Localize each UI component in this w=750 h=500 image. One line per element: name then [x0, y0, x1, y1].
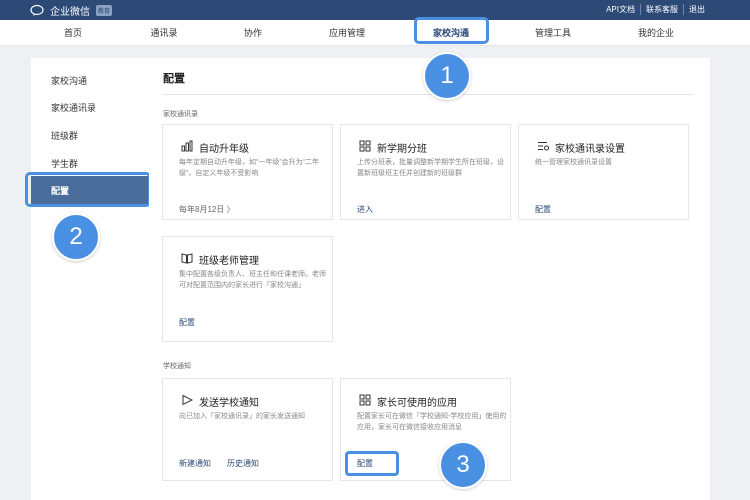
card-title: 自动升年级 — [199, 144, 249, 155]
top-links: API文档 联系客服 退出 — [601, 4, 710, 15]
card-desc: 每年定期自动升年级，如“一年级”会升为“二年级”。自定义年级不受影响 — [179, 159, 319, 177]
card-title: 家长可使用的应用 — [377, 398, 457, 409]
card-class-teachers[interactable]: 班级老师管理 集中配置各级负责人、班主任和任课老师。老师可对配置范围内的家长进行… — [162, 236, 333, 342]
sidebar-item-class-groups[interactable]: 班级群 — [51, 129, 78, 142]
sidebar-item-student-groups[interactable]: 学生群 — [51, 157, 78, 170]
card-send-notice[interactable]: 发送学校通知 向已加入「家校通讯录」的家长发送通知 新建通知 历史通知 — [162, 378, 333, 481]
wecom-logo-icon — [30, 4, 44, 16]
step-badge-3: 3 — [439, 441, 487, 489]
card-desc: 集中配置各级负责人、班主任和任课老师。老师可对配置范围内的家长进行「家校沟通」 — [179, 271, 326, 289]
title-divider — [163, 94, 693, 95]
history-notice-link[interactable]: 历史通知 — [227, 458, 259, 469]
step-badge-2: 2 — [52, 213, 100, 261]
configure-link[interactable]: 配置 — [179, 317, 195, 328]
card-desc: 向已加入「家校通讯录」的家长发送通知 — [179, 413, 305, 420]
book-icon — [181, 253, 193, 264]
main-nav: 首页 通讯录 协作 应用管理 家校沟通 管理工具 我的企业 — [0, 20, 750, 46]
section-label-school-notice: 学校通知 — [163, 363, 191, 370]
top-header: 企业微信 教育 API文档 联系客服 退出 — [0, 0, 750, 20]
tab-app-management[interactable]: 应用管理 — [329, 20, 365, 46]
step-badge-1: 1 — [423, 52, 471, 100]
main-content: 配置 家校通讯录 自动升年级 每年定期自动升年级，如“一年级”会升为“二年级”。… — [149, 58, 710, 500]
new-notice-link[interactable]: 新建通知 — [179, 458, 211, 469]
card-title: 家校通讯录设置 — [555, 144, 625, 155]
upgrade-date-link[interactable]: 每年8月12日 〉 — [179, 204, 235, 215]
logo-text: 企业微信 — [50, 6, 90, 18]
enter-link[interactable]: 进入 — [357, 204, 373, 215]
highlight-configure-button — [345, 451, 399, 476]
card-contacts-settings[interactable]: 家校通讯录设置 统一管理家校通讯录设置 配置 — [518, 124, 689, 220]
send-icon — [182, 394, 193, 406]
card-desc: 上传分班表，批量调整新学期学生所在班级，设置新班级班主任并创建新的班级群 — [357, 159, 504, 177]
grid-icon — [359, 140, 371, 152]
sidebar-item-contacts[interactable]: 家校通讯录 — [51, 101, 96, 114]
tab-home[interactable]: 首页 — [64, 20, 82, 46]
tab-collaboration[interactable]: 协作 — [244, 20, 262, 46]
api-docs-link[interactable]: API文档 — [601, 4, 640, 15]
card-new-term-classes[interactable]: 新学期分班 上传分班表，批量调整新学期学生所在班级，设置新班级班主任并创建新的班… — [340, 124, 511, 220]
card-desc: 配置家长可在微信「学校通知-学校应用」使用的应用，家长可在微信接收应用消息 — [357, 413, 507, 431]
apps-icon — [359, 394, 371, 406]
configure-link[interactable]: 配置 — [535, 204, 551, 215]
card-desc: 统一管理家校通讯录设置 — [535, 159, 612, 166]
list-settings-icon — [538, 142, 549, 151]
highlight-sidebar-item — [25, 172, 151, 207]
card-title: 新学期分班 — [377, 144, 427, 155]
card-title: 发送学校通知 — [199, 398, 259, 409]
logo[interactable]: 企业微信 教育 — [30, 3, 113, 18]
bar-chart-icon — [181, 140, 193, 152]
sidebar: 家校沟通 家校通讯录 班级群 学生群 配置 — [31, 58, 150, 500]
edu-badge: 教育 — [96, 4, 113, 16]
sidebar-item-home-school[interactable]: 家校沟通 — [51, 74, 87, 87]
tab-contacts[interactable]: 通讯录 — [150, 20, 177, 46]
tab-my-enterprise[interactable]: 我的企业 — [638, 20, 674, 46]
page-title: 配置 — [163, 73, 185, 85]
card-title: 班级老师管理 — [199, 256, 259, 267]
contact-support-link[interactable]: 联系客服 — [640, 4, 683, 15]
highlight-nav-tab — [414, 17, 489, 44]
logout-link[interactable]: 退出 — [683, 4, 710, 15]
section-label-contacts: 家校通讯录 — [163, 111, 198, 118]
tab-management-tools[interactable]: 管理工具 — [535, 20, 571, 46]
card-auto-grade[interactable]: 自动升年级 每年定期自动升年级，如“一年级”会升为“二年级”。自定义年级不受影响… — [162, 124, 333, 220]
